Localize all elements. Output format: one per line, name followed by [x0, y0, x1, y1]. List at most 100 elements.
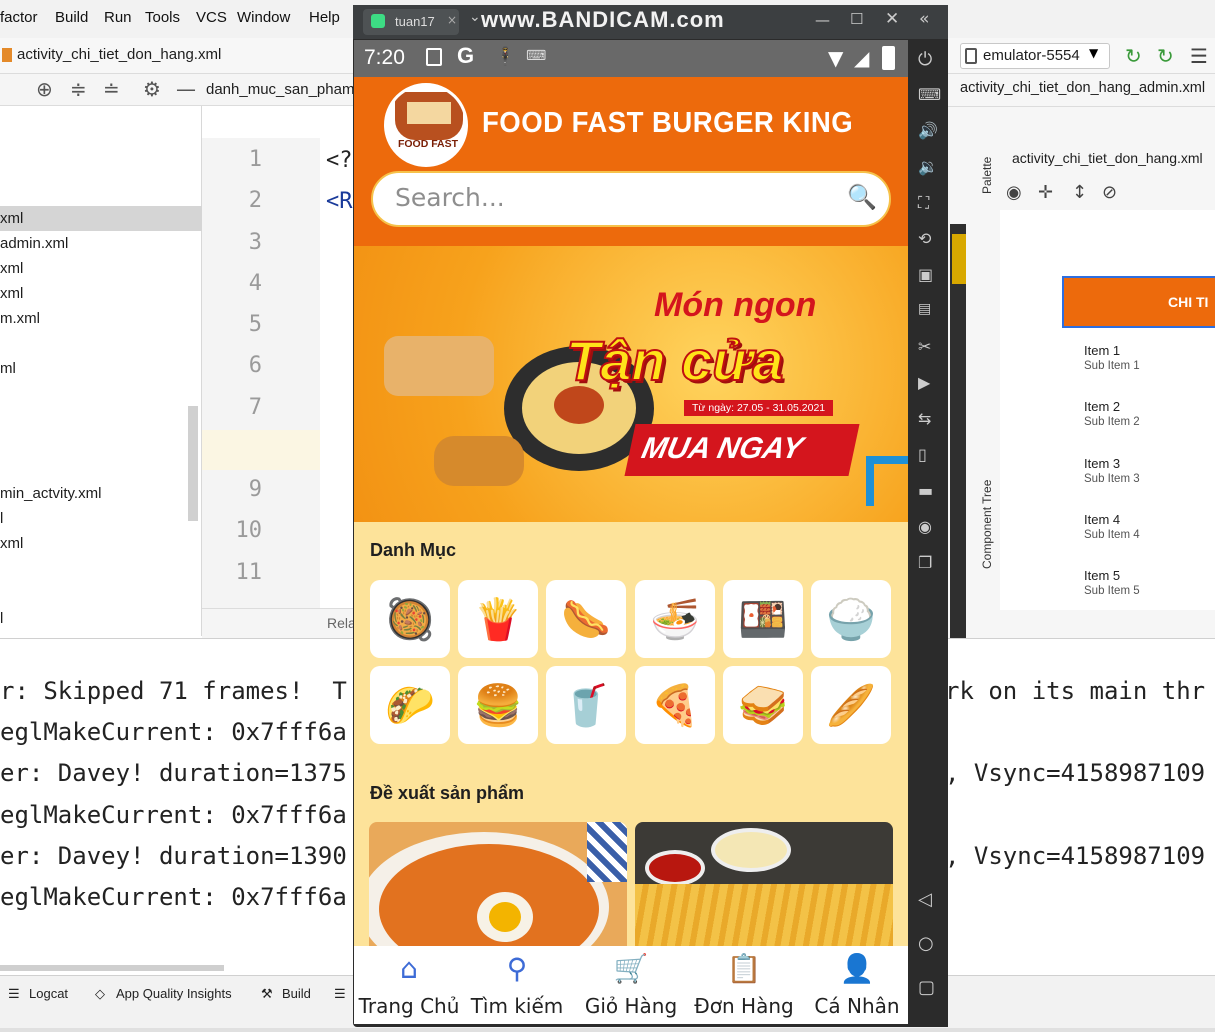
gear-icon[interactable]: ⚙: [143, 77, 161, 101]
project-file[interactable]: xml: [0, 285, 23, 302]
location-icon[interactable]: ◉: [918, 517, 932, 536]
product-card[interactable]: [635, 822, 893, 952]
volume-up-icon[interactable]: 🔊: [918, 121, 938, 140]
scissors-icon[interactable]: ✂: [918, 337, 931, 356]
menu-window[interactable]: Window: [237, 9, 290, 26]
category-tile[interactable]: 🍕: [635, 666, 715, 744]
apps-icon[interactable]: ▣: [918, 265, 933, 284]
category-tile[interactable]: 🍜: [635, 580, 715, 658]
vertical-arrows-icon[interactable]: ↕: [1072, 182, 1087, 203]
project-file[interactable]: l: [0, 510, 3, 527]
overview-icon[interactable]: ▢: [918, 977, 935, 998]
apply-code-changes-icon[interactable]: ↻: [1157, 44, 1174, 68]
search-input[interactable]: Search... 🔍: [371, 171, 891, 227]
menu-vcs[interactable]: VCS: [196, 9, 227, 26]
tab-logcat[interactable]: Logcat: [29, 986, 68, 1001]
project-file[interactable]: xml: [0, 260, 23, 277]
keyboard-icon[interactable]: ⌨: [918, 85, 941, 104]
screenshot-icon[interactable]: ⛶: [918, 193, 929, 213]
nav-cart[interactable]: 🛒 Giỏ Hàng: [576, 946, 686, 1024]
menu-help[interactable]: Help: [309, 9, 340, 26]
file-tab-label[interactable]: activity_chi_tiet_don_hang.xml: [17, 46, 221, 63]
line-number: 11: [235, 560, 263, 585]
tab-app-quality[interactable]: App Quality Insights: [116, 986, 232, 1001]
home-icon[interactable]: ○: [918, 933, 934, 954]
power-icon[interactable]: ⏻: [918, 49, 932, 70]
minimize-icon[interactable]: —: [176, 77, 196, 101]
rotate-icon[interactable]: ⟲: [918, 229, 931, 248]
collapse-all-icon[interactable]: ≐: [103, 77, 120, 101]
nav-profile[interactable]: 👤 Cá Nhân: [802, 946, 908, 1024]
copy-icon[interactable]: ❐: [918, 553, 932, 572]
category-tile[interactable]: 🌮: [370, 666, 450, 744]
device-selector[interactable]: emulator-5554 ▼: [960, 43, 1110, 69]
menu-build[interactable]: Build: [55, 9, 88, 26]
folder-icon[interactable]: ▬: [918, 481, 933, 500]
right-file-tab[interactable]: activity_chi_tiet_don_hang_admin.xml: [960, 80, 1205, 96]
crosshair-icon[interactable]: ⊕: [36, 77, 53, 101]
search-icon[interactable]: 🔍: [847, 183, 877, 211]
banner-accent: [866, 456, 908, 506]
component-tree-tab[interactable]: Component Tree: [980, 480, 994, 569]
category-tile[interactable]: 🍟: [458, 580, 538, 658]
project-file[interactable]: min_actvity.xml: [0, 485, 101, 502]
eye-icon[interactable]: ◉: [1006, 182, 1022, 203]
nav-home[interactable]: ⌂ Trang Chủ: [354, 946, 464, 1024]
collapse-icon[interactable]: «: [919, 9, 929, 29]
back-icon[interactable]: ◁: [918, 889, 932, 910]
banner-line1: Món ngon: [654, 286, 817, 324]
promo-banner[interactable]: Món ngon Tận cửa Từ ngày: 27.05 - 31.05.…: [354, 246, 908, 522]
project-file[interactable]: xml: [0, 535, 23, 552]
preview-item-title: Item 2: [1084, 399, 1121, 414]
close-icon[interactable]: ✕: [885, 9, 899, 29]
category-tile[interactable]: 🥪: [723, 666, 803, 744]
magnet-icon[interactable]: ⊘: [1102, 182, 1117, 203]
category-tile[interactable]: 🥘: [370, 580, 450, 658]
category-tile[interactable]: 🥖: [811, 666, 891, 744]
scrollbar[interactable]: [0, 965, 224, 971]
maximize-icon[interactable]: ☐: [850, 10, 863, 28]
product-card[interactable]: [369, 822, 627, 952]
banner-cta[interactable]: MUA NGAY: [624, 424, 860, 476]
editor-tab[interactable]: danh_muc_san_pham.x: [206, 81, 366, 98]
category-tile[interactable]: 🥤: [546, 666, 626, 744]
log-line: er: Davey! duration=1375: [0, 759, 347, 787]
xml-file-icon: [2, 48, 12, 62]
log-line: eglMakeCurrent: 0x7fff6a: [0, 883, 347, 911]
project-file[interactable]: ml: [0, 360, 16, 377]
phone-icon[interactable]: ▯: [918, 445, 927, 464]
toggle-icon[interactable]: ⇆: [918, 409, 931, 428]
breadcrumb-label[interactable]: Rela: [327, 615, 356, 631]
volume-down-icon[interactable]: 🔉: [918, 157, 938, 176]
emulator-tab[interactable]: tuan17 ×: [363, 9, 459, 35]
close-icon[interactable]: ×: [447, 13, 457, 27]
category-tile[interactable]: 🍱: [723, 580, 803, 658]
scrollbar[interactable]: [188, 406, 198, 521]
menu-lines-icon[interactable]: ☰: [1190, 44, 1208, 68]
project-file[interactable]: l: [0, 610, 3, 627]
project-file[interactable]: m.xml: [0, 310, 40, 327]
preview-header[interactable]: CHI TI: [1062, 276, 1215, 328]
category-tile[interactable]: 🌭: [546, 580, 626, 658]
category-tile[interactable]: 🍚: [811, 580, 891, 658]
project-file[interactable]: admin.xml: [0, 235, 68, 252]
expand-all-icon[interactable]: ≑: [70, 77, 87, 101]
camera-icon[interactable]: ▶: [918, 373, 930, 392]
palette-tab[interactable]: Palette: [980, 157, 994, 194]
menu-tools[interactable]: Tools: [145, 9, 180, 26]
list-icon[interactable]: ☰: [334, 986, 346, 1002]
category-tile[interactable]: 🍔: [458, 666, 538, 744]
nav-search[interactable]: ⚲ Tìm kiếm: [462, 946, 572, 1024]
tab-build[interactable]: Build: [282, 986, 311, 1001]
menu-refactor[interactable]: factor: [0, 9, 38, 26]
pan-icon[interactable]: ✛: [1038, 182, 1053, 203]
chevron-down-icon[interactable]: ⌄: [469, 9, 481, 25]
apk-icon[interactable]: ▤: [918, 301, 931, 317]
noodle-icon: 🍜: [650, 596, 700, 643]
menu-run[interactable]: Run: [104, 9, 132, 26]
minimize-icon[interactable]: —: [815, 11, 830, 29]
apply-changes-icon[interactable]: ↻: [1125, 44, 1142, 68]
project-file[interactable]: xml: [0, 210, 23, 227]
nav-orders[interactable]: 📋 Đơn Hàng: [689, 946, 799, 1024]
code-area[interactable]: <? <R: [320, 138, 354, 608]
